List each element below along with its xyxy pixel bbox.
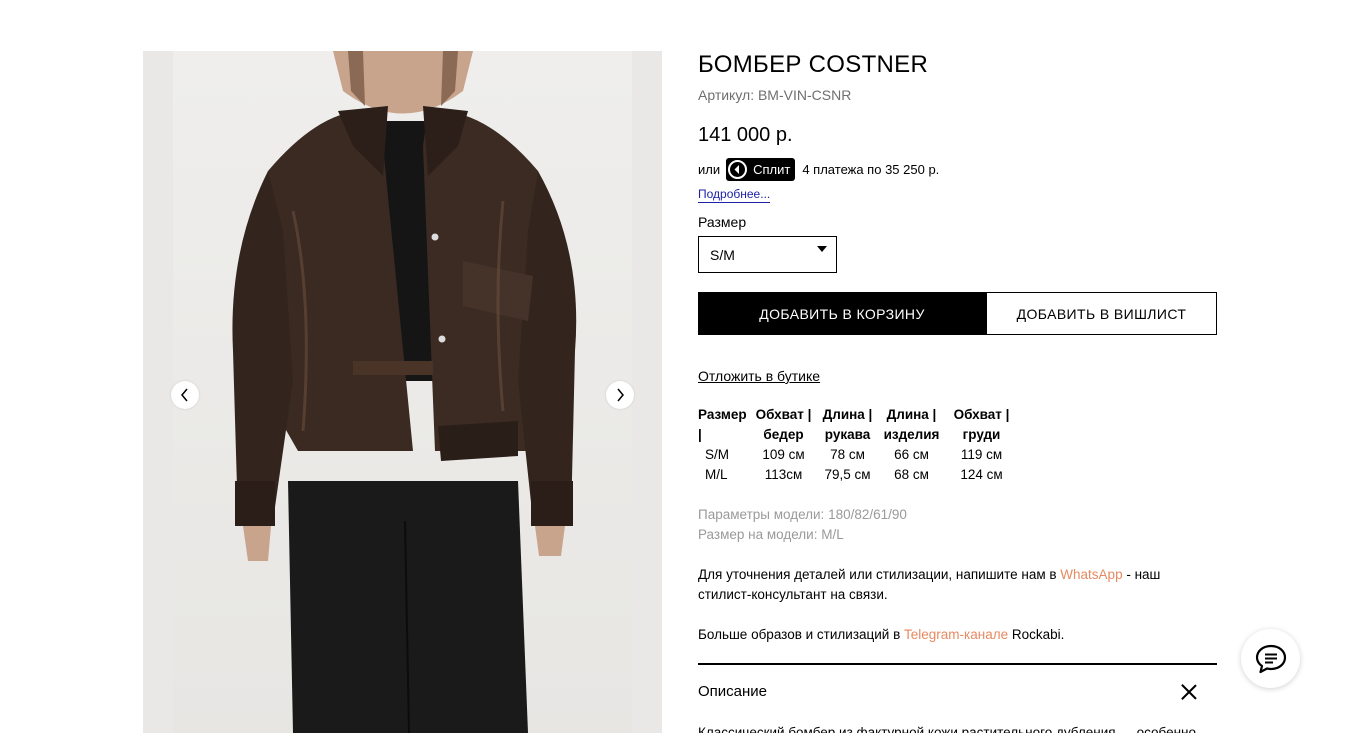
whatsapp-link[interactable]: WhatsApp xyxy=(1060,567,1122,582)
table-cell: S/M xyxy=(705,447,730,462)
product-info: БОМБЕР COSTNER Артикул: BM-VIN-CSNR 141 … xyxy=(698,51,1218,733)
model-size-text: Размер на модели: M/L xyxy=(698,527,844,542)
gallery-prev-button[interactable] xyxy=(171,381,199,409)
split-badge[interactable]: Сплит xyxy=(726,157,796,181)
size-selected-value: S/M xyxy=(710,247,735,263)
size-table-header: Размер | xyxy=(698,407,747,442)
table-cell: 109 см xyxy=(762,447,805,462)
more-looks-text-end: Rockabi. xyxy=(1008,627,1065,642)
add-to-cart-button[interactable]: ДОБАВИТЬ В КОРЗИНУ xyxy=(698,292,986,335)
close-icon[interactable] xyxy=(1181,684,1197,700)
table-cell: M/L xyxy=(705,467,728,482)
chevron-left-icon xyxy=(181,388,188,402)
size-table-header: Обхват | бедер xyxy=(755,407,812,442)
model-params: Параметры модели: 180/82/61/90 Размер на… xyxy=(698,505,1218,545)
table-cell: 79,5 см xyxy=(824,467,871,482)
split-badge-label: Сплит xyxy=(753,161,791,177)
contact-text: Для уточнения деталей или стилизации, на… xyxy=(698,567,1061,582)
telegram-link[interactable]: Telegram-канале xyxy=(904,627,1008,642)
split-more-link[interactable]: Подробнее... xyxy=(698,187,771,203)
split-prefix: или xyxy=(698,161,721,177)
gallery-next-button[interactable] xyxy=(606,381,634,409)
description-title: Описание xyxy=(698,683,768,700)
description-toggle[interactable]: Описание xyxy=(698,683,1217,700)
table-row: M/L 113см 79,5 см 68 см 124 см xyxy=(698,465,1019,485)
add-to-wishlist-button[interactable]: ДОБАВИТЬ В ВИШЛИСТ xyxy=(986,292,1217,335)
table-cell: 113см xyxy=(764,467,803,482)
table-cell: 119 см xyxy=(960,447,1003,462)
chat-button[interactable] xyxy=(1241,629,1300,688)
size-chart-table: Размер | Обхват | бедер Длина | рукава Дли… xyxy=(698,405,1019,485)
split-payments-text: 4 платежа по 35 250 р. xyxy=(802,161,940,177)
section-divider xyxy=(698,663,1217,665)
size-label: Размер xyxy=(698,214,747,230)
jacket-model-image xyxy=(232,51,577,733)
chat-bubble-icon xyxy=(1255,644,1286,673)
contact-note: Для уточнения деталей или стилизации, на… xyxy=(698,565,1217,605)
size-table-header: Длина | изделия xyxy=(883,407,940,442)
table-cell: 124 см xyxy=(960,467,1003,482)
split-logo-icon xyxy=(726,157,750,181)
table-cell: 78 см xyxy=(830,447,865,462)
product-price: 141 000 р. xyxy=(698,124,793,146)
product-title: БОМБЕР COSTNER xyxy=(698,51,929,78)
reserve-in-boutique-link[interactable]: Отложить в бутике xyxy=(698,368,820,384)
more-looks-text: Больше образов и стилизаций в xyxy=(698,627,905,642)
size-table-header: Обхват | груди xyxy=(953,407,1010,442)
description-text: Классический бомбер из фактурной кожи ра… xyxy=(698,725,1196,733)
table-row: S/M 109 см 78 см 66 см 119 см xyxy=(698,445,1019,465)
table-cell: 66 см xyxy=(894,447,929,462)
caret-down-icon xyxy=(817,246,827,252)
model-params-text: Параметры модели: 180/82/61/90 xyxy=(698,507,907,522)
product-photo xyxy=(173,51,632,733)
product-sku: Артикул: BM-VIN-CSNR xyxy=(698,87,852,103)
chevron-right-icon xyxy=(617,388,624,402)
size-table-header-row: Размер | Обхват | бедер Длина | рукава Дли… xyxy=(698,405,1019,445)
action-buttons: ДОБАВИТЬ В КОРЗИНУ ДОБАВИТЬ В ВИШЛИСТ xyxy=(698,292,1217,335)
table-cell: 68 см xyxy=(894,467,929,482)
more-looks-note: Больше образов и стилизаций в Telegram-к… xyxy=(698,625,1218,645)
size-table-header: Длина | рукава xyxy=(822,407,873,442)
size-select[interactable]: S/M xyxy=(698,236,837,273)
product-gallery xyxy=(143,51,662,733)
split-payment-row: или Сплит 4 платежа по 35 250 р. xyxy=(698,157,1218,181)
